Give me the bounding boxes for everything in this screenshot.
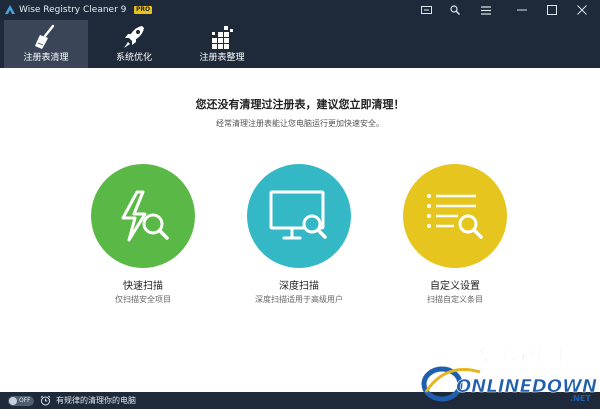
- menu-icon: [481, 5, 491, 15]
- toggle-label: OFF: [19, 397, 31, 404]
- deep-scan-option[interactable]: 深度扫描 深度扫描适用于高级用户: [229, 164, 369, 314]
- custom-settings-option[interactable]: 自定义设置 扫描自定义条目: [385, 164, 525, 314]
- main-toolbar: 注册表清理 系统优化 注册表整理: [0, 20, 600, 68]
- broom-icon: [33, 24, 59, 50]
- alarm-clock-icon: [40, 395, 51, 406]
- schedule-status-text: 有规律的清理你的电脑: [56, 396, 136, 405]
- screen-button[interactable]: [412, 0, 440, 20]
- page-subline: 经常清理注册表能让您电脑运行更加快速安全。: [216, 119, 384, 128]
- page-headline: 您还没有清理过注册表，建议您立即清理！: [195, 98, 405, 111]
- blocks-icon: [209, 24, 235, 50]
- tools-icon: [450, 5, 460, 15]
- list-search-icon: [427, 194, 483, 239]
- quick-scan-option[interactable]: 快速扫描 仅扫描安全项目: [73, 164, 213, 314]
- quick-scan-button[interactable]: [91, 164, 195, 268]
- pro-badge: PRO: [134, 6, 153, 14]
- deep-scan-button[interactable]: [247, 164, 351, 268]
- title-bar: Wise Registry Cleaner 9 PRO: [0, 0, 600, 20]
- tab-system-optimize[interactable]: 系统优化: [92, 20, 176, 68]
- custom-settings-desc: 扫描自定义条目: [427, 295, 483, 304]
- custom-settings-button[interactable]: [403, 164, 507, 268]
- rocket-icon: [121, 24, 147, 50]
- watermark-suffix: .NET: [570, 394, 591, 403]
- minimize-icon: [517, 9, 527, 11]
- tab-label: 注册表清理: [23, 53, 69, 63]
- custom-settings-title: 自定义设置: [430, 281, 480, 292]
- window-title: Wise Registry Cleaner 9: [19, 5, 127, 15]
- toggle-knob: [9, 397, 17, 405]
- screen-icon: [420, 5, 432, 14]
- tab-label: 注册表整理: [199, 53, 245, 63]
- deep-scan-title: 深度扫描: [279, 281, 319, 292]
- close-button[interactable]: [568, 0, 596, 20]
- schedule-toggle[interactable]: OFF: [8, 396, 34, 406]
- quick-scan-title: 快速扫描: [123, 281, 163, 292]
- monitor-search-icon: [269, 190, 327, 240]
- app-logo-icon: [5, 5, 15, 14]
- tab-registry-defrag[interactable]: 注册表整理: [180, 20, 264, 68]
- close-icon: [577, 5, 587, 15]
- onlinedown-watermark: 华军软件园 ONLINEDOWN .NET: [421, 346, 597, 403]
- tab-label: 系统优化: [115, 53, 152, 63]
- quick-scan-desc: 仅扫描安全项目: [115, 295, 171, 304]
- maximize-icon: [547, 5, 557, 15]
- watermark-cn: 华军软件园: [478, 346, 563, 367]
- minimize-button[interactable]: [508, 0, 536, 20]
- deep-scan-desc: 深度扫描适用于高级用户: [255, 295, 343, 304]
- tools-button[interactable]: [441, 0, 469, 20]
- lightning-search-icon: [121, 190, 169, 242]
- maximize-button[interactable]: [538, 0, 566, 20]
- menu-button[interactable]: [472, 0, 500, 20]
- tab-registry-clean[interactable]: 注册表清理: [4, 20, 88, 68]
